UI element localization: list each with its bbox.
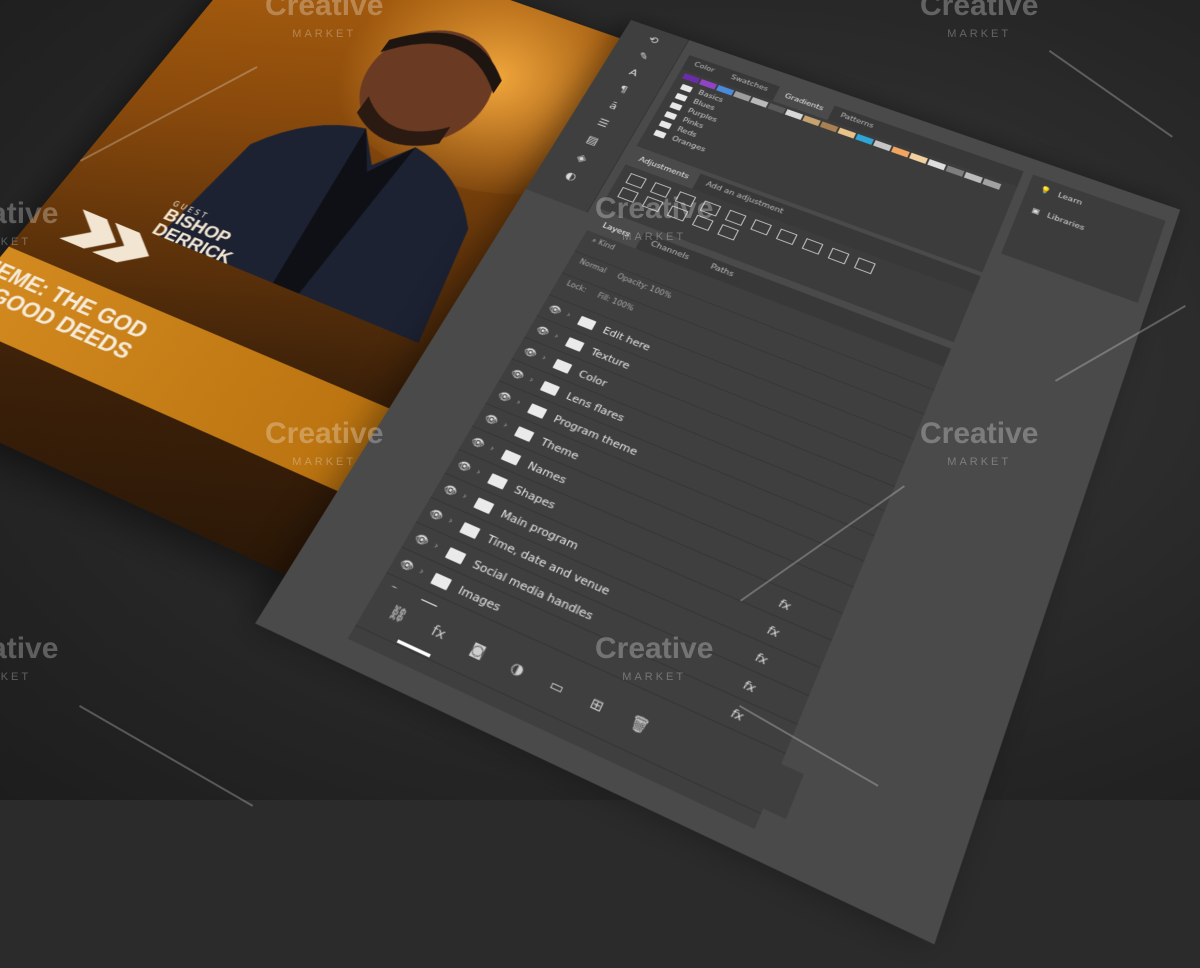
watermark: CreativeMARKET [265,0,383,48]
folder-icon [540,380,560,395]
glyph-icon[interactable]: ā [601,98,626,115]
mask-icon[interactable]: ◐ [558,168,584,186]
fx-icon[interactable]: fx [741,677,780,705]
fx-icon[interactable] [855,429,885,441]
watermark: CreativeMARKET [920,0,1038,48]
watermark-brand: Creative [595,632,713,665]
watermark-brand: Creative [265,417,383,450]
watermark-sub: MARKET [920,20,1038,48]
lock-icon [885,441,909,451]
new-layer-icon[interactable]: ⊞ [587,695,606,716]
lock-icon [800,643,826,654]
folder-icon [501,449,522,465]
folder-icon [430,572,452,590]
watermark-brand: Creative [920,417,1038,450]
watermark: CreativeMARKET [0,200,58,256]
watermark-sub: MARKET [0,663,58,691]
fx-icon[interactable] [834,476,865,488]
lock-icon [844,538,869,548]
fx-icon[interactable] [791,576,823,589]
libraries-label: Libraries [1046,212,1086,232]
watermark-sub: MARKET [265,20,383,48]
link-icon[interactable]: ⛓ [385,603,410,625]
selective-color-icon[interactable] [717,224,739,240]
paragraph-icon[interactable]: ¶ [611,81,636,98]
watermark-sub: MARKET [595,663,713,691]
lock-icon [823,589,849,600]
fx-icon[interactable]: fx [428,622,449,643]
learn-label: Learn [1057,192,1083,207]
lock-icon [777,698,803,710]
watermark-brand: Creative [595,192,713,225]
fx-icon[interactable] [824,500,855,513]
fill-value[interactable]: 100% [610,297,635,312]
properties-icon[interactable]: ☰ [590,115,615,132]
channel-mixer-icon[interactable] [854,257,876,274]
watermark-brand: Creative [0,632,58,665]
history-icon[interactable]: ⟲ [641,33,665,49]
hue-saturation-icon[interactable] [750,219,772,235]
fill-label: Fill: [596,292,612,304]
folder-icon [445,547,467,564]
watermark: CreativeMARKET [595,195,713,251]
fx-icon[interactable]: fx [777,596,814,623]
trash-icon[interactable]: 🗑 [627,713,652,737]
folder-icon [565,337,585,352]
folder-icon [653,130,666,139]
character-icon[interactable]: A [621,65,645,82]
folder-icon [487,473,508,489]
lock-label: Lock: [565,280,588,294]
lightbulb-icon: 💡 [1039,185,1052,196]
folder-icon [553,358,573,373]
chevron-right-icon[interactable]: › [540,353,554,365]
watermark-brand: Creative [920,0,1038,22]
color-balance-icon[interactable] [776,229,798,245]
folder-icon [577,315,597,330]
watermark: CreativeMARKET [265,420,383,476]
folder-icon [473,497,494,514]
fx-icon[interactable] [844,452,875,464]
brush-icon[interactable]: ✎ [631,49,655,65]
new-group-icon[interactable]: ▭ [546,676,567,698]
chevron-right-icon[interactable]: › [552,332,566,344]
libraries-icon: ▣ [1030,207,1041,217]
lock-icon [833,563,858,574]
3d-icon[interactable]: ◈ [569,150,595,168]
watermark-sub: MARKET [265,448,383,476]
lock-icon [812,616,838,627]
chevron-right-icon[interactable]: › [565,311,579,322]
black-white-icon[interactable] [802,238,824,255]
watermark-sub: MARKET [595,223,713,251]
lock-icon [875,465,900,475]
layer-comps-icon[interactable]: ▤ [579,132,604,150]
watermark: CreativeMARKET [595,635,713,691]
vibrance-icon[interactable] [725,210,747,226]
folder-icon [527,403,547,419]
lock-icon [789,670,815,682]
adjustment-layer-icon[interactable]: ◑ [507,658,527,679]
fx-icon[interactable]: fx [753,649,791,677]
watermark-sub: MARKET [920,448,1038,476]
fx-icon[interactable]: fx [765,622,803,649]
watermark: CreativeMARKET [920,420,1038,476]
watermark: CreativeMARKET [0,635,58,691]
watermark-brand: Creative [0,197,58,230]
watermark-sub: MARKET [0,228,58,256]
brightness-contrast-icon[interactable] [625,173,646,189]
watermark-brand: Creative [265,0,383,22]
folder-icon [514,426,535,442]
mask-button-icon[interactable]: ◙ [467,640,488,661]
folder-icon [459,522,480,539]
photo-filter-icon[interactable] [828,248,850,265]
opacity-value[interactable]: 100% [648,285,673,300]
